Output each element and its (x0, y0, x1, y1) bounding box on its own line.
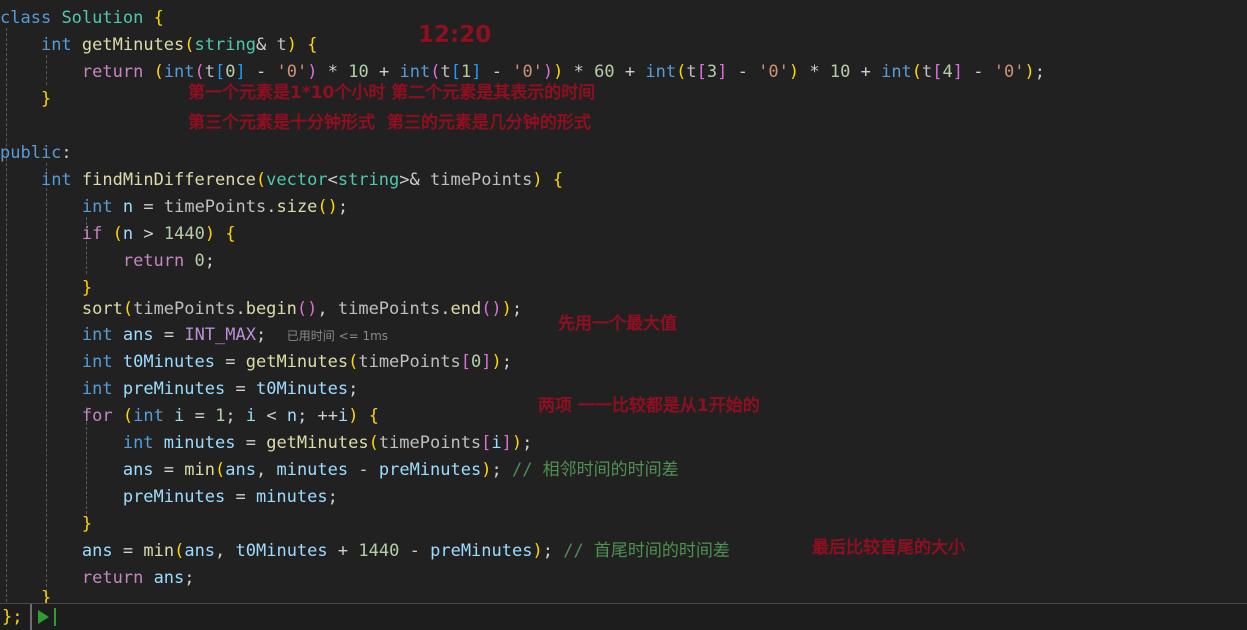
code-line: int t0Minutes = getMinutes(timePoints[0]… (81, 352, 512, 372)
code-line: int findMinDifference(vector<string>& ti… (40, 170, 564, 190)
annotation-max-value: 先用一个最大值 (558, 314, 677, 334)
code-line: int getMinutes(string& t) { (40, 35, 318, 55)
code-line: sort(timePoints.begin(), timePoints.end(… (81, 299, 523, 319)
code-line: return (int(t[0] - '0') * 10 + int(t[1] … (81, 62, 1046, 82)
code-line: ans = min(ans, minutes - preMinutes); //… (122, 460, 679, 480)
annotation-third-element: 第三个元素是十分钟形式 第三的元素是几分钟的形式 (188, 113, 591, 133)
annotation-compare-head-tail: 最后比较首尾的大小 (812, 538, 965, 558)
code-line: int n = timePoints.size(); (81, 197, 349, 217)
code-line: class Solution { (0, 8, 164, 28)
code-line: } (81, 514, 93, 534)
status-bar-divider (30, 604, 32, 630)
inline-comment: // 相邻时间的时间差 (511, 460, 679, 480)
code-line: } (40, 588, 52, 603)
code-line: for (int i = 1; i < n; ++i) { (81, 406, 380, 426)
code-line: int ans = INT_MAX; 已用时间 <= 1ms (81, 325, 389, 345)
code-line: int preMinutes = t0Minutes; (81, 379, 359, 399)
code-line: } (40, 89, 52, 109)
text-caret (54, 608, 56, 626)
code-line: int minutes = getMinutes(timePoints[i]); (122, 433, 533, 453)
code-editor[interactable]: class Solution { int getMinutes(string& … (0, 0, 1247, 603)
annotation-compare-from-one: 两项 一一比较都是从1开始的 (538, 396, 760, 416)
play-triangle-icon[interactable] (38, 610, 49, 624)
annotation-time: 12:20 (418, 22, 492, 48)
inline-comment: // 首尾时间的时间差 (563, 541, 730, 561)
code-line: public: (0, 143, 72, 163)
annotation-first-element: 第一个元素是1*10个小时 第二个元素是其表示的时间 (188, 83, 596, 103)
inlay-hint-elapsed: 已用时间 <= 1ms (286, 329, 389, 343)
status-bar[interactable]: }; (0, 603, 1247, 630)
code-line: ans = min(ans, t0Minutes + 1440 - preMin… (81, 541, 730, 561)
code-line: preMinutes = minutes; (122, 487, 338, 507)
code-line: return 0; (122, 251, 215, 271)
code-line: if (n > 1440) { (81, 224, 236, 244)
closing-brace: }; (2, 607, 23, 627)
